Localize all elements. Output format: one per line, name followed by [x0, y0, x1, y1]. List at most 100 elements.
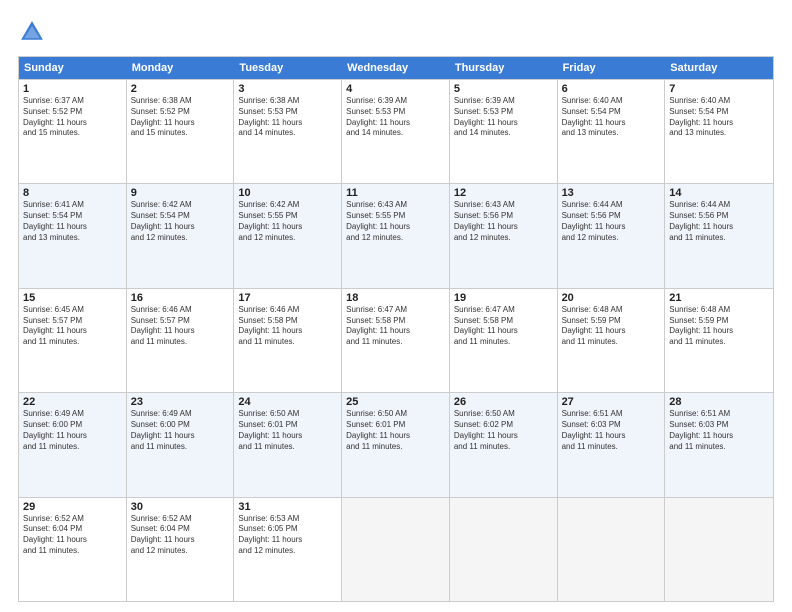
day-info: Sunrise: 6:39 AM Sunset: 5:53 PM Dayligh… [454, 96, 553, 139]
day-number: 20 [562, 292, 661, 304]
day-info: Sunrise: 6:53 AM Sunset: 6:05 PM Dayligh… [238, 514, 337, 557]
calendar-row-3: 15Sunrise: 6:45 AM Sunset: 5:57 PM Dayli… [19, 288, 773, 392]
day-cell-7: 7Sunrise: 6:40 AM Sunset: 5:54 PM Daylig… [665, 80, 773, 183]
header [18, 18, 774, 46]
calendar-row-4: 22 Sunrise: 6:49 AM Sunset: 6:00 PM Dayli… [19, 392, 773, 496]
day-number: 18 [346, 292, 445, 304]
day-number: 21 [669, 292, 769, 304]
day-number: 16 [131, 292, 230, 304]
day-number: 13 [562, 187, 661, 199]
day-number: 30 [131, 501, 230, 513]
empty-cell [450, 498, 558, 601]
header-day-tuesday: Tuesday [234, 57, 342, 79]
day-info: Sunrise: 6:37 AM Sunset: 5:52 PM Dayligh… [23, 96, 122, 139]
day-cell-20: 20Sunrise: 6:48 AM Sunset: 5:59 PM Dayli… [558, 289, 666, 392]
header-day-sunday: Sunday [19, 57, 127, 79]
header-day-thursday: Thursday [450, 57, 558, 79]
header-day-friday: Friday [558, 57, 666, 79]
calendar-header: SundayMondayTuesdayWednesdayThursdayFrid… [19, 57, 773, 79]
day-info: Sunrise: 6:40 AM Sunset: 5:54 PM Dayligh… [669, 96, 769, 139]
day-cell-25: 25Sunrise: 6:50 AM Sunset: 6:01 PM Dayli… [342, 393, 450, 496]
empty-cell [342, 498, 450, 601]
day-number: 27 [562, 396, 661, 408]
day-number: 7 [669, 83, 769, 95]
day-number: 15 [23, 292, 122, 304]
day-cell-9: 9Sunrise: 6:42 AM Sunset: 5:54 PM Daylig… [127, 184, 235, 287]
day-cell-21: 21Sunrise: 6:48 AM Sunset: 5:59 PM Dayli… [665, 289, 773, 392]
day-cell-6: 6Sunrise: 6:40 AM Sunset: 5:54 PM Daylig… [558, 80, 666, 183]
day-cell-3: 3Sunrise: 6:38 AM Sunset: 5:53 PM Daylig… [234, 80, 342, 183]
day-cell-14: 14Sunrise: 6:44 AM Sunset: 5:56 PM Dayli… [665, 184, 773, 287]
day-cell-2: 2Sunrise: 6:38 AM Sunset: 5:52 PM Daylig… [127, 80, 235, 183]
day-info: Sunrise: 6:46 AM Sunset: 5:57 PM Dayligh… [131, 305, 230, 348]
day-info: Sunrise: 6:39 AM Sunset: 5:53 PM Dayligh… [346, 96, 445, 139]
day-cell-5: 5Sunrise: 6:39 AM Sunset: 5:53 PM Daylig… [450, 80, 558, 183]
day-cell-18: 18Sunrise: 6:47 AM Sunset: 5:58 PM Dayli… [342, 289, 450, 392]
day-number: 2 [131, 83, 230, 95]
day-number: 25 [346, 396, 445, 408]
logo-icon [18, 18, 46, 46]
day-cell-11: 11Sunrise: 6:43 AM Sunset: 5:55 PM Dayli… [342, 184, 450, 287]
day-number: 8 [23, 187, 122, 199]
day-cell-23: 23Sunrise: 6:49 AM Sunset: 6:00 PM Dayli… [127, 393, 235, 496]
day-cell-13: 13Sunrise: 6:44 AM Sunset: 5:56 PM Dayli… [558, 184, 666, 287]
day-number: 4 [346, 83, 445, 95]
day-number: 14 [669, 187, 769, 199]
calendar-row-2: 8Sunrise: 6:41 AM Sunset: 5:54 PM Daylig… [19, 183, 773, 287]
day-number: 29 [23, 501, 122, 513]
day-number: 1 [23, 83, 122, 95]
day-cell-12: 12Sunrise: 6:43 AM Sunset: 5:56 PM Dayli… [450, 184, 558, 287]
day-info: Sunrise: 6:42 AM Sunset: 5:55 PM Dayligh… [238, 200, 337, 243]
day-cell-26: 26Sunrise: 6:50 AM Sunset: 6:02 PM Dayli… [450, 393, 558, 496]
day-number: 19 [454, 292, 553, 304]
day-cell-27: 27Sunrise: 6:51 AM Sunset: 6:03 PM Dayli… [558, 393, 666, 496]
day-number: 6 [562, 83, 661, 95]
day-cell-22: 22Sunrise: 6:49 AM Sunset: 6:00 PM Dayli… [19, 393, 127, 496]
day-info: Sunrise: 6:48 AM Sunset: 5:59 PM Dayligh… [562, 305, 661, 348]
empty-cell [665, 498, 773, 601]
day-info: Sunrise: 6:47 AM Sunset: 5:58 PM Dayligh… [346, 305, 445, 348]
day-number: 11 [346, 187, 445, 199]
day-info: Sunrise: 6:52 AM Sunset: 6:04 PM Dayligh… [131, 514, 230, 557]
calendar-body: 1Sunrise: 6:37 AM Sunset: 5:52 PM Daylig… [19, 79, 773, 601]
calendar: SundayMondayTuesdayWednesdayThursdayFrid… [18, 56, 774, 602]
day-number: 24 [238, 396, 337, 408]
day-info: Sunrise: 6:38 AM Sunset: 5:52 PM Dayligh… [131, 96, 230, 139]
header-day-monday: Monday [127, 57, 235, 79]
day-cell-8: 8Sunrise: 6:41 AM Sunset: 5:54 PM Daylig… [19, 184, 127, 287]
day-number: 22 [23, 396, 122, 408]
day-info: Sunrise: 6:45 AM Sunset: 5:57 PM Dayligh… [23, 305, 122, 348]
day-cell-16: 16Sunrise: 6:46 AM Sunset: 5:57 PM Dayli… [127, 289, 235, 392]
day-number: 5 [454, 83, 553, 95]
header-day-wednesday: Wednesday [342, 57, 450, 79]
day-cell-10: 10Sunrise: 6:42 AM Sunset: 5:55 PM Dayli… [234, 184, 342, 287]
day-info: Sunrise: 6:51 AM Sunset: 6:03 PM Dayligh… [669, 409, 769, 452]
day-cell-19: 19Sunrise: 6:47 AM Sunset: 5:58 PM Dayli… [450, 289, 558, 392]
logo [18, 18, 50, 46]
day-number: 26 [454, 396, 553, 408]
empty-cell [558, 498, 666, 601]
day-info: Sunrise: 6:50 AM Sunset: 6:01 PM Dayligh… [346, 409, 445, 452]
day-cell-1: 1Sunrise: 6:37 AM Sunset: 5:52 PM Daylig… [19, 80, 127, 183]
day-number: 10 [238, 187, 337, 199]
day-info: Sunrise: 6:51 AM Sunset: 6:03 PM Dayligh… [562, 409, 661, 452]
day-info: Sunrise: 6:52 AM Sunset: 6:04 PM Dayligh… [23, 514, 122, 557]
day-info: Sunrise: 6:40 AM Sunset: 5:54 PM Dayligh… [562, 96, 661, 139]
day-cell-30: 30Sunrise: 6:52 AM Sunset: 6:04 PM Dayli… [127, 498, 235, 601]
day-info: Sunrise: 6:50 AM Sunset: 6:01 PM Dayligh… [238, 409, 337, 452]
header-day-saturday: Saturday [665, 57, 773, 79]
day-cell-17: 17Sunrise: 6:46 AM Sunset: 5:58 PM Dayli… [234, 289, 342, 392]
day-info: Sunrise: 6:47 AM Sunset: 5:58 PM Dayligh… [454, 305, 553, 348]
day-cell-29: 29Sunrise: 6:52 AM Sunset: 6:04 PM Dayli… [19, 498, 127, 601]
day-cell-28: 28Sunrise: 6:51 AM Sunset: 6:03 PM Dayli… [665, 393, 773, 496]
day-info: Sunrise: 6:49 AM Sunset: 6:00 PM Dayligh… [131, 409, 230, 452]
day-info: Sunrise: 6:41 AM Sunset: 5:54 PM Dayligh… [23, 200, 122, 243]
day-cell-31: 31Sunrise: 6:53 AM Sunset: 6:05 PM Dayli… [234, 498, 342, 601]
day-cell-4: 4Sunrise: 6:39 AM Sunset: 5:53 PM Daylig… [342, 80, 450, 183]
day-number: 12 [454, 187, 553, 199]
day-info: Sunrise: 6:44 AM Sunset: 5:56 PM Dayligh… [562, 200, 661, 243]
calendar-row-5: 29Sunrise: 6:52 AM Sunset: 6:04 PM Dayli… [19, 497, 773, 601]
day-number: 9 [131, 187, 230, 199]
day-number: 3 [238, 83, 337, 95]
day-info: Sunrise: 6:43 AM Sunset: 5:55 PM Dayligh… [346, 200, 445, 243]
